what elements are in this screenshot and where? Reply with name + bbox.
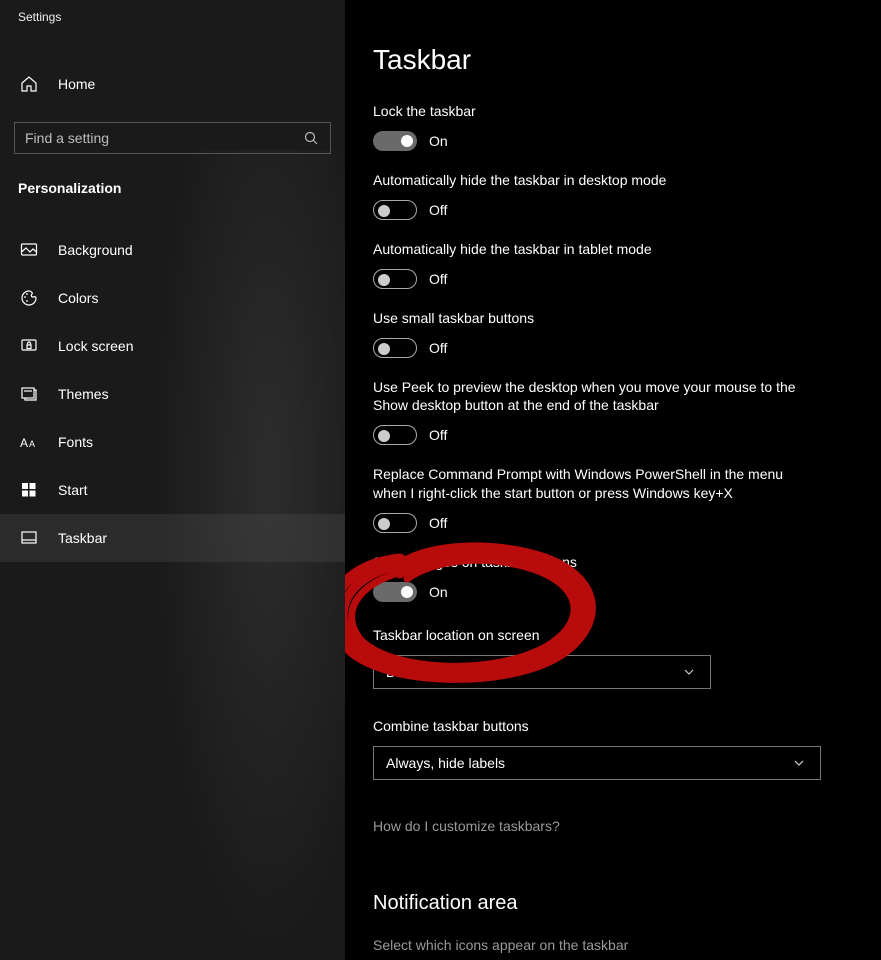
toggle-state: Off [429,515,447,531]
colors-icon [20,289,38,307]
sidebar-item-colors[interactable]: Colors [0,274,345,322]
toggle-state: Off [429,202,447,218]
sidebar-item-label: Background [58,242,133,258]
category-heading: Personalization [0,180,345,196]
fonts-icon: A A [20,433,38,451]
setting-taskbar-location: Taskbar location on screen Bottom [373,626,833,689]
sidebar-item-label: Lock screen [58,338,133,354]
sidebar-item-fonts[interactable]: A A Fonts [0,418,345,466]
sidebar-item-label: Themes [58,386,109,402]
setting-label: Show badges on taskbar buttons [373,553,833,572]
home-label: Home [58,76,95,92]
link-select-icons[interactable]: Select which icons appear on the taskbar [373,937,881,953]
start-icon [20,481,38,499]
page-title: Taskbar [373,44,881,76]
toggle-state: On [429,584,448,600]
setting-label: Taskbar location on screen [373,626,833,645]
taskbar-icon [20,529,38,547]
home-nav-item[interactable]: Home [0,64,345,104]
setting-label: Combine taskbar buttons [373,717,833,736]
setting-label: Replace Command Prompt with Windows Powe… [373,465,793,503]
setting-label: Automatically hide the taskbar in tablet… [373,240,833,259]
setting-autohide-desktop: Automatically hide the taskbar in deskto… [373,171,833,220]
search-wrap [14,122,331,154]
setting-lock-taskbar: Lock the taskbar On [373,102,833,151]
sidebar-item-label: Taskbar [58,530,107,546]
dropdown-value: Bottom [386,664,430,680]
toggle-badges[interactable] [373,582,417,602]
dropdown-combine-buttons[interactable]: Always, hide labels [373,746,821,780]
toggle-powershell[interactable] [373,513,417,533]
window-title: Settings [0,0,345,24]
chevron-down-icon [680,663,698,681]
help-link-customize[interactable]: How do I customize taskbars? [373,818,560,834]
search-field[interactable] [14,122,331,154]
toggle-autohide-tablet[interactable] [373,269,417,289]
sidebar-item-start[interactable]: Start [0,466,345,514]
setting-autohide-tablet: Automatically hide the taskbar in tablet… [373,240,833,289]
sidebar-item-label: Start [58,482,88,498]
setting-label: Use Peek to preview the desktop when you… [373,378,803,416]
main-content: Taskbar Lock the taskbar On Automaticall… [345,0,881,960]
sidebar-item-lockscreen[interactable]: Lock screen [0,322,345,370]
dropdown-value: Always, hide labels [386,755,505,771]
sidebar-item-themes[interactable]: Themes [0,370,345,418]
setting-label: Use small taskbar buttons [373,309,833,328]
toggle-state: Off [429,427,447,443]
search-icon [302,129,320,147]
sidebar-item-label: Colors [58,290,98,306]
setting-badges: Show badges on taskbar buttons On [373,553,833,602]
sidebar-nav: Background Colors [0,226,345,562]
toggle-state: Off [429,271,447,287]
sidebar-item-label: Fonts [58,434,93,450]
home-icon [20,75,38,93]
chevron-down-icon [790,754,808,772]
svg-text:A: A [29,439,35,449]
setting-peek: Use Peek to preview the desktop when you… [373,378,833,446]
setting-label: Lock the taskbar [373,102,833,121]
lockscreen-icon [20,337,38,355]
toggle-state: On [429,133,448,149]
background-icon [20,241,38,259]
toggle-peek[interactable] [373,425,417,445]
toggle-state: Off [429,340,447,356]
themes-icon [20,385,38,403]
toggle-small-buttons[interactable] [373,338,417,358]
setting-combine-buttons: Combine taskbar buttons Always, hide lab… [373,717,833,780]
sidebar-item-taskbar[interactable]: Taskbar [0,514,345,562]
toggle-lock-taskbar[interactable] [373,131,417,151]
dropdown-taskbar-location[interactable]: Bottom [373,655,711,689]
sidebar-item-background[interactable]: Background [0,226,345,274]
setting-label: Automatically hide the taskbar in deskto… [373,171,833,190]
toggle-autohide-desktop[interactable] [373,200,417,220]
sidebar: Settings Home Personalization [0,0,345,960]
search-input[interactable] [25,130,302,146]
svg-text:A: A [20,436,28,450]
notification-area-heading: Notification area [373,892,881,915]
setting-small-buttons: Use small taskbar buttons Off [373,309,833,358]
setting-powershell: Replace Command Prompt with Windows Powe… [373,465,833,533]
